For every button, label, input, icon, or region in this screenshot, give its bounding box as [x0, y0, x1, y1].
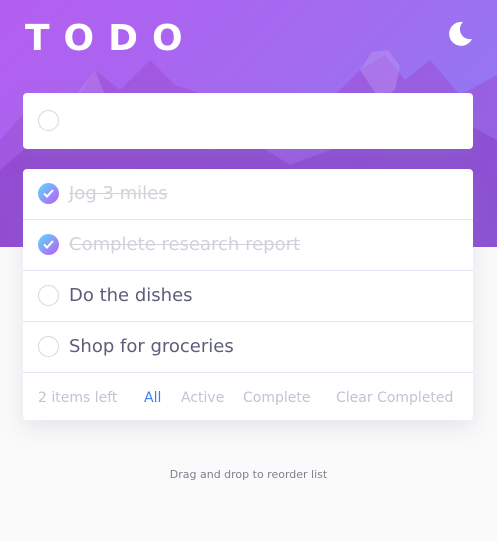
todo-item[interactable]: Shop for groceries — [23, 322, 473, 373]
new-todo-input[interactable] — [73, 107, 453, 135]
todo-checkbox[interactable] — [38, 336, 59, 357]
new-todo-panel — [23, 93, 473, 149]
todo-text: Complete research report — [69, 234, 301, 255]
todo-checkbox-checked[interactable] — [38, 234, 59, 255]
reorder-hint: Drag and drop to reorder list — [169, 468, 328, 481]
filter-active-button[interactable]: Active — [181, 390, 224, 406]
check-icon — [43, 189, 54, 198]
theme-toggle-button[interactable] — [446, 20, 474, 48]
check-icon — [43, 240, 54, 249]
todo-item[interactable]: Complete research report — [23, 220, 473, 271]
clear-completed-button[interactable]: Clear Completed — [336, 390, 453, 406]
filter-complete-button[interactable]: Complete — [243, 390, 310, 406]
new-todo-checkbox[interactable] — [38, 110, 59, 131]
todo-checkbox[interactable] — [38, 285, 59, 306]
filter-all-button[interactable]: All — [144, 390, 161, 406]
todo-item[interactable]: Jog 3 miles — [23, 169, 473, 220]
items-left-count: 2 items left — [38, 390, 118, 406]
todo-checkbox-checked[interactable] — [38, 183, 59, 204]
todo-item[interactable]: Do the dishes — [23, 271, 473, 322]
todo-list: Jog 3 miles Complete research report Do … — [23, 169, 473, 420]
app-title: TODO — [25, 18, 197, 59]
moon-icon — [449, 21, 472, 46]
todo-text: Jog 3 miles — [69, 183, 168, 204]
list-footer: 2 items left All Active Complete Clear C… — [23, 373, 473, 420]
todo-text: Do the dishes — [69, 285, 193, 306]
todo-text: Shop for groceries — [69, 336, 234, 357]
